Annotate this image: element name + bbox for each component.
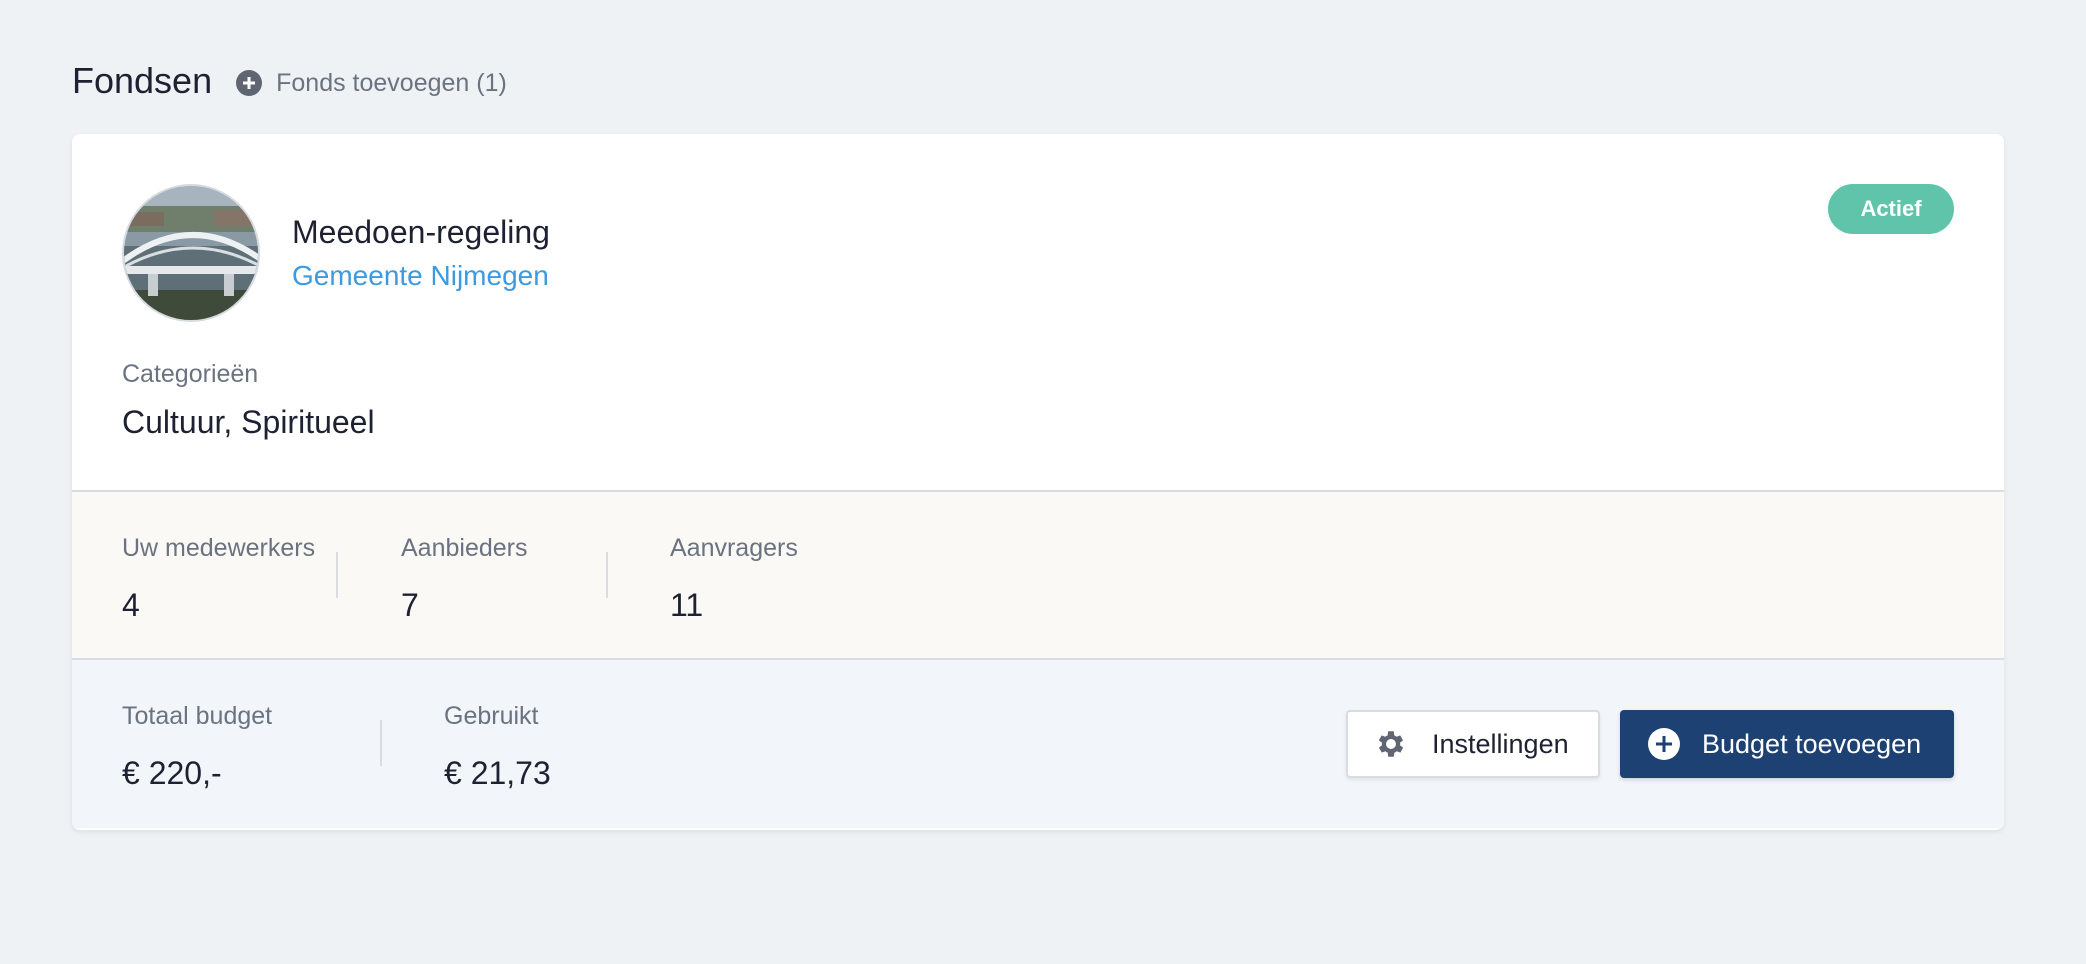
fund-card: Meedoen-regeling Gemeente Nijmegen Actie… [72, 134, 2004, 830]
budget-used-label: Gebruikt [444, 702, 539, 730]
plus-circle-icon [236, 70, 263, 96]
add-budget-button[interactable]: Budget toevoegen [1620, 710, 1954, 778]
gear-icon [1378, 731, 1404, 757]
bridge-photo [124, 186, 258, 320]
budget-total-value: € 220,- [122, 755, 222, 791]
page-header: Fondsen Fonds toevoegen (1) [72, 60, 507, 102]
stat-value: 7 [401, 587, 419, 623]
budget-total: Totaal budget € 220,- [122, 702, 272, 792]
categories-value: Cultuur, Spiritueel [122, 404, 375, 440]
settings-button[interactable]: Instellingen [1346, 710, 1600, 778]
stat-employees: Uw medewerkers 4 [122, 534, 315, 624]
stat-providers: Aanbieders 7 [401, 534, 527, 624]
add-fund-link[interactable]: Fonds toevoegen (1) [236, 69, 507, 98]
fund-name: Meedoen-regeling [292, 214, 550, 250]
fund-card-header: Meedoen-regeling Gemeente Nijmegen Actie… [72, 134, 2004, 492]
add-fund-label: Fonds toevoegen (1) [276, 68, 507, 97]
stat-label: Aanvragers [670, 534, 798, 562]
budget-used-value: € 21,73 [444, 755, 551, 791]
stat-label: Aanbieders [401, 534, 528, 562]
organization-link[interactable]: Gemeente Nijmegen [292, 260, 549, 292]
plus-circle-icon [1648, 728, 1680, 760]
stat-label: Uw medewerkers [122, 534, 316, 562]
budget-total-label: Totaal budget [122, 702, 273, 730]
fund-avatar [122, 184, 260, 322]
fund-budget: Totaal budget € 220,- Gebruikt € 21,73 I… [72, 660, 2004, 828]
budget-used: Gebruikt € 21,73 [444, 702, 551, 792]
page-title: Fondsen [72, 60, 213, 101]
categories-label: Categorieën [122, 360, 259, 388]
status-badge: Actief [1828, 184, 1954, 234]
divider [606, 552, 608, 598]
stat-applicants: Aanvragers 11 [670, 534, 798, 624]
divider [380, 720, 382, 766]
stat-value: 11 [670, 587, 704, 623]
stat-value: 4 [122, 587, 140, 623]
fund-stats: Uw medewerkers 4 Aanbieders 7 Aanvragers… [72, 492, 2004, 660]
settings-button-label: Instellingen [1432, 728, 1569, 759]
divider [336, 552, 338, 598]
add-budget-button-label: Budget toevoegen [1702, 728, 1922, 759]
